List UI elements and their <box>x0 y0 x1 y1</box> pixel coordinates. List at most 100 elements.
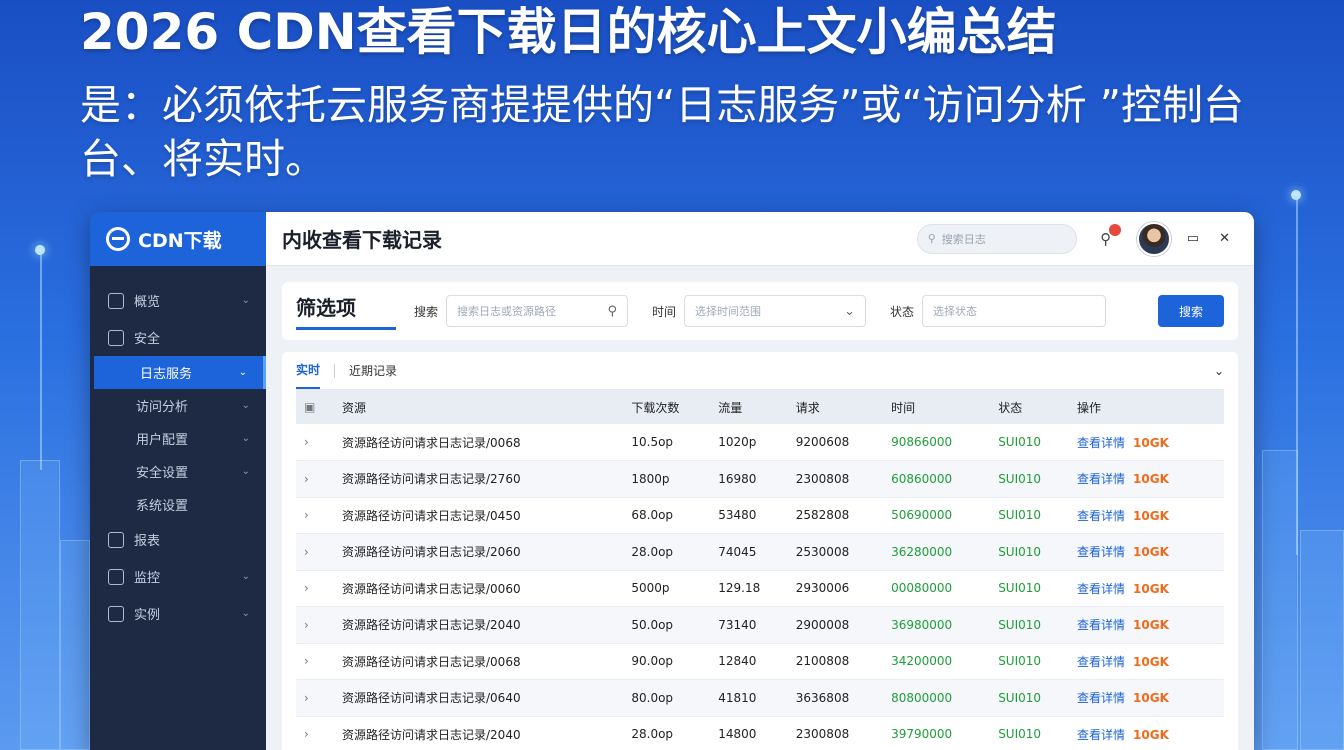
table-cell[interactable]: › <box>296 533 334 571</box>
window-controls[interactable]: ▭ ✕ <box>1187 231 1238 246</box>
size-badge: 10GK <box>1133 581 1169 596</box>
table-cell: 00080000 <box>883 570 991 607</box>
filter-panel: 筛选项 搜索 搜索日志或资源路径 ⚲ 时间 选择时间范围 ⌄ 状态 选择状态 搜… <box>282 282 1238 340</box>
table-cell: SUI010 <box>990 679 1070 717</box>
table-cell: 资源路径访问请求日志记录/0068 <box>334 424 624 461</box>
sidebar-item-5[interactable]: 安全设置 ⌄ <box>90 455 266 488</box>
view-detail-link[interactable]: 查看详情 <box>1077 509 1125 523</box>
table-cell: 2900008 <box>787 606 884 644</box>
table-cell[interactable]: › <box>296 679 334 717</box>
table-row[interactable]: › 资源路径访问请求日志记录/2040 28.0op 14800 2300808 3979… <box>296 716 1224 750</box>
table-row[interactable]: › 资源路径访问请求日志记录/2760 1800p 16980 2300808 60860… <box>296 460 1224 498</box>
table-cell: 资源路径访问请求日志记录/0640 <box>334 679 624 717</box>
global-search-input[interactable]: ⚲ 搜索日志 <box>916 223 1077 254</box>
brand[interactable]: CDN下载 <box>90 212 266 266</box>
table-cell: 41810 <box>710 679 788 717</box>
table-cell: 2530008 <box>787 533 884 571</box>
filter-time-select[interactable]: 选择时间范围 ⌄ <box>684 295 867 327</box>
table-cell[interactable]: › <box>296 643 334 680</box>
table-cell: 50.0op <box>623 606 711 644</box>
sidebar-item-7[interactable]: 报表 <box>90 521 266 558</box>
table-cell: 9200608 <box>787 424 884 461</box>
table-cell: 28.0op <box>623 716 711 750</box>
table-cell: 16980 <box>710 460 788 498</box>
table-row[interactable]: › 资源路径访问请求日志记录/0068 90.0op 12840 2100808 3420… <box>296 643 1224 680</box>
table-cell: 资源路径访问请求日志记录/2760 <box>334 460 624 498</box>
tab-recent[interactable]: 近期记录 <box>349 352 397 389</box>
table-row[interactable]: › 资源路径访问请求日志记录/0060 5000p 129.18 2930006 0008… <box>296 570 1224 607</box>
sidebar-nav: 概览 ⌄ 安全 日志服务 ⌄ 访问分析 ⌄ 用户配置 ⌄ 安全设置 ⌄ 系统设置 报表 监控 ⌄ 实例 ⌄ <box>90 266 266 632</box>
table-cell: 53480 <box>710 497 788 534</box>
view-detail-link[interactable]: 查看详情 <box>1077 728 1125 742</box>
table-cell[interactable]: › <box>296 570 334 607</box>
table-cell-actions: 查看详情 10GK <box>1069 533 1224 571</box>
table-cell-actions: 查看详情 10GK <box>1069 716 1224 750</box>
table-cell: 60860000 <box>883 460 991 498</box>
size-badge: 10GK <box>1133 472 1169 487</box>
table-header-row: ▣ 资源 下载次数 流量 请求 时间 状态 操作 <box>296 390 1224 424</box>
table-row[interactable]: › 资源路径访问请求日志记录/0450 68.0op 53480 2582808 5069… <box>296 497 1224 534</box>
chevron-down-icon: ⌄ <box>241 608 250 619</box>
table-cell[interactable]: › <box>296 606 334 644</box>
view-detail-link[interactable]: 查看详情 <box>1077 655 1125 669</box>
view-detail-link[interactable]: 查看详情 <box>1077 618 1125 632</box>
sidebar-item-label: 概览 <box>134 295 161 310</box>
search-button[interactable]: 搜索 <box>1158 295 1224 327</box>
sidebar-item-label: 日志服务 <box>140 367 193 382</box>
table-cell[interactable]: › <box>296 460 334 498</box>
sidebar-item-label: 访问分析 <box>136 400 189 415</box>
table-row[interactable]: › 资源路径访问请求日志记录/2060 28.0op 74045 2530008 3628… <box>296 533 1224 571</box>
home-icon <box>108 292 124 309</box>
avatar[interactable] <box>1136 221 1171 256</box>
view-detail-link[interactable]: 查看详情 <box>1077 582 1125 596</box>
main-area: 内收查看下载记录 ⚲ 搜索日志 ⚲ ▭ ✕ 筛选项 搜索 搜索日志或资源路径 ⚲… <box>266 212 1254 750</box>
view-detail-link[interactable]: 查看详情 <box>1077 545 1125 559</box>
sidebar-item-label: 安全设置 <box>136 466 189 481</box>
sidebar-item-4[interactable]: 用户配置 ⌄ <box>90 422 266 455</box>
table-row[interactable]: › 资源路径访问请求日志记录/0068 10.5op 1020p 9200608 9086… <box>296 424 1224 461</box>
size-badge: 10GK <box>1133 435 1169 450</box>
collapse-chevron-icon[interactable]: ⌄ <box>1214 364 1224 378</box>
table-row[interactable]: › 资源路径访问请求日志记录/2040 50.0op 73140 2900008 3698… <box>296 606 1224 644</box>
sidebar-item-6[interactable]: 系统设置 <box>90 488 266 521</box>
sidebar-item-3[interactable]: 访问分析 ⌄ <box>90 389 266 422</box>
sidebar-item-label: 安全 <box>134 332 161 347</box>
table-cell[interactable]: › <box>296 424 334 461</box>
chevron-down-icon: ⌄ <box>238 367 247 378</box>
filter-status-input[interactable]: 选择状态 <box>922 295 1107 327</box>
table-cell[interactable]: › <box>296 497 334 534</box>
page-headline: 2026 CDN查看下载日的核心上文小编总结 <box>80 3 1057 61</box>
chevron-down-icon: ⌄ <box>241 571 250 582</box>
chevron-down-icon: ⌄ <box>241 400 250 411</box>
sidebar-item-1[interactable]: 安全 <box>90 319 266 356</box>
column-header-3: 流量 <box>710 390 788 424</box>
notification-button[interactable]: ⚲ <box>1095 223 1121 250</box>
table-cell: 90.0op <box>623 643 711 680</box>
server-icon <box>108 605 124 622</box>
table-row[interactable]: › 资源路径访问请求日志记录/0640 80.0op 41810 3636808 8080… <box>296 679 1224 717</box>
table-cell: 36280000 <box>883 533 991 571</box>
tab-realtime[interactable]: 实时 <box>296 352 321 389</box>
brand-name: CDN下载 <box>138 229 222 252</box>
view-detail-link[interactable]: 查看详情 <box>1077 436 1125 450</box>
table-cell[interactable]: › <box>296 716 334 750</box>
view-detail-link[interactable]: 查看详情 <box>1077 472 1125 486</box>
sidebar-item-2[interactable]: 日志服务 ⌄ <box>94 356 266 389</box>
table-cell: SUI010 <box>990 716 1070 750</box>
top-bar: 内收查看下载记录 ⚲ 搜索日志 ⚲ ▭ ✕ <box>266 212 1254 266</box>
tab-separator <box>334 363 336 378</box>
table-cell: 68.0op <box>623 497 711 534</box>
filter-time-label: 时间 <box>652 304 677 319</box>
sidebar-item-9[interactable]: 实例 ⌄ <box>90 595 266 632</box>
size-badge: 10GK <box>1133 618 1169 633</box>
view-detail-link[interactable]: 查看详情 <box>1077 691 1125 705</box>
filter-search-input[interactable]: 搜索日志或资源路径 ⚲ <box>446 295 629 327</box>
column-header-0[interactable]: ▣ <box>296 390 334 424</box>
filter-search-label: 搜索 <box>414 304 439 319</box>
table-cell: 129.18 <box>710 570 788 607</box>
sidebar-item-label: 报表 <box>134 534 161 549</box>
size-badge: 10GK <box>1133 654 1169 669</box>
sidebar-item-8[interactable]: 监控 ⌄ <box>90 558 266 595</box>
table-cell: 28.0op <box>623 533 711 571</box>
sidebar-item-0[interactable]: 概览 ⌄ <box>90 282 266 319</box>
